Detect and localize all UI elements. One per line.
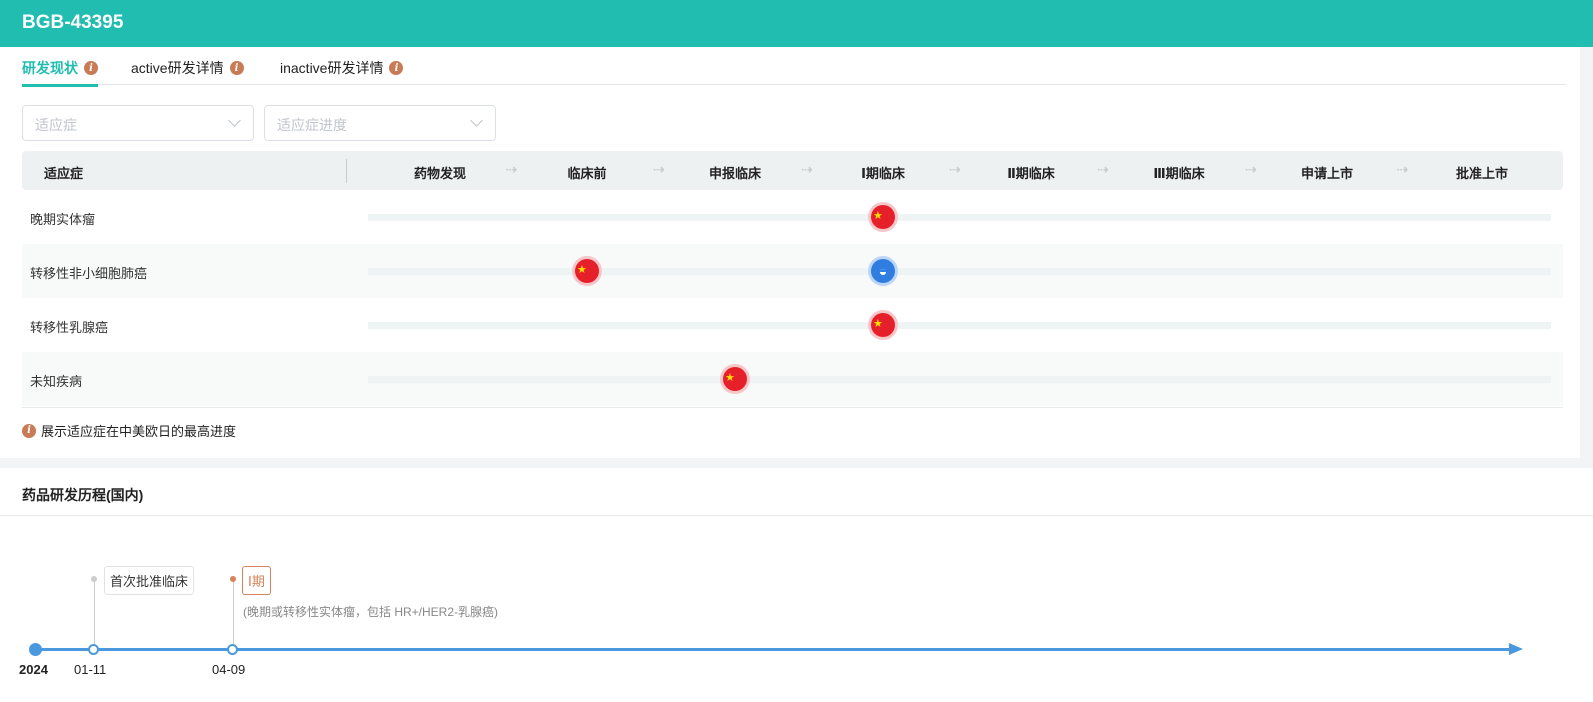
- tab-label: inactive研发详情: [280, 60, 384, 76]
- timeline-start-dot: [29, 643, 42, 656]
- tab-label: active研发详情: [131, 60, 224, 76]
- china-flag-icon[interactable]: ★: [720, 364, 750, 394]
- arrow-right-icon: ⇢: [949, 161, 961, 177]
- chevron-down-icon: [228, 114, 241, 127]
- progress-track: [368, 376, 1551, 383]
- divider: [22, 407, 1563, 408]
- indication-name: 转移性乳腺癌: [30, 320, 109, 335]
- timeline-node[interactable]: [227, 644, 238, 655]
- event-detail: (晚期或转移性实体瘤，包括 HR+/HER2-乳腺癌): [243, 605, 499, 619]
- arrow-right-icon: [1509, 643, 1523, 655]
- table-header: 适应症 药物发现 ⇢ 临床前 ⇢ 申报临床 ⇢ Ⅰ期临床 ⇢ Ⅱ期临床 ⇢ Ⅲ期临床 ⇢ 申请上市 ⇢ 批准…: [22, 151, 1563, 190]
- arrow-right-icon: ⇢: [1396, 161, 1409, 177]
- progress-select[interactable]: 适应症进度: [264, 105, 496, 141]
- footnote: i 展示适应症在中美欧日的最高进度: [22, 421, 236, 440]
- tab-label: 研发现状: [22, 60, 78, 76]
- table-row: 晚期实体瘤 ★: [22, 190, 1563, 244]
- event-dot: [91, 576, 97, 582]
- progress-track: [368, 214, 1551, 221]
- arrow-right-icon: ⇢: [1097, 161, 1109, 177]
- info-icon[interactable]: i: [229, 61, 244, 75]
- tab-inactive-details[interactable]: inactive研发详情 i: [280, 58, 404, 78]
- footnote-text: 展示适应症在中美欧日的最高进度: [41, 424, 237, 439]
- info-icon: i: [22, 423, 36, 438]
- indication-name: 未知疾病: [30, 374, 83, 389]
- stage-header: 申请上市: [1300, 166, 1354, 181]
- info-icon[interactable]: i: [84, 61, 98, 75]
- arrow-right-icon: ⇢: [801, 161, 813, 177]
- progress-track: [368, 268, 1551, 275]
- progress-track: [368, 322, 1551, 329]
- table-row: 转移性非小细胞肺癌 ★ ◒: [22, 244, 1563, 298]
- year-label: 2024: [19, 662, 48, 677]
- china-flag-icon[interactable]: ★: [868, 310, 898, 340]
- indication-header: 适应症: [44, 166, 84, 181]
- divider: [0, 515, 1593, 516]
- arrow-right-icon: ⇢: [653, 161, 665, 177]
- tab-active-details[interactable]: active研发详情 i: [131, 58, 244, 78]
- stage-header: 药物发现: [413, 166, 467, 181]
- globe-icon[interactable]: ◒: [868, 256, 898, 286]
- event-label: 首次批准临床: [104, 566, 195, 595]
- history-panel: 药品研发历程(国内) 2024 01-11 首次批准临床 04-09 Ⅰ期 (晚…: [0, 468, 1593, 702]
- stage-header: Ⅰ期临床: [861, 166, 905, 181]
- stage-header: 批准上市: [1455, 166, 1509, 181]
- event-stem: [233, 578, 234, 646]
- tab-bar: 研发现状 i active研发详情 i inactive研发详情 i: [22, 47, 1566, 87]
- placeholder: 适应症进度: [277, 117, 347, 133]
- indication-name: 转移性非小细胞肺癌: [30, 266, 148, 281]
- column-divider: [346, 159, 347, 183]
- placeholder: 适应症: [35, 117, 77, 133]
- stage-header: Ⅱ期临床: [1007, 166, 1055, 181]
- stage-header: Ⅲ期临床: [1153, 166, 1205, 181]
- event-date: 01-11: [74, 662, 107, 677]
- arrow-right-icon: ⇢: [505, 161, 518, 177]
- timeline-node[interactable]: [88, 644, 99, 655]
- chevron-down-icon: [470, 114, 483, 127]
- stage-header: 临床前: [567, 166, 607, 181]
- arrow-right-icon: ⇢: [1245, 161, 1257, 177]
- event-stem: [94, 578, 95, 646]
- page-header: BGB-43395: [0, 0, 1593, 47]
- phase-tag: Ⅰ期: [242, 566, 271, 595]
- event-dot: [230, 576, 236, 582]
- indication-select[interactable]: 适应症: [22, 105, 254, 141]
- timeline-axis: [35, 648, 1513, 651]
- indication-name: 晚期实体瘤: [30, 212, 96, 227]
- table-row: 未知疾病 ★: [22, 352, 1563, 406]
- stage-header: 申报临床: [708, 166, 762, 181]
- tab-status[interactable]: 研发现状 i: [22, 58, 98, 87]
- table-row: 转移性乳腺癌 ★: [22, 298, 1563, 352]
- drug-title: BGB-43395: [22, 12, 124, 33]
- event-date: 04-09: [212, 662, 246, 677]
- history-title: 药品研发历程(国内): [22, 487, 144, 503]
- status-panel: 研发现状 i active研发详情 i inactive研发详情 i 适应症 适应症进…: [0, 47, 1580, 458]
- china-flag-icon[interactable]: ★: [868, 202, 898, 232]
- info-icon[interactable]: i: [389, 61, 404, 75]
- china-flag-icon[interactable]: ★: [572, 256, 602, 286]
